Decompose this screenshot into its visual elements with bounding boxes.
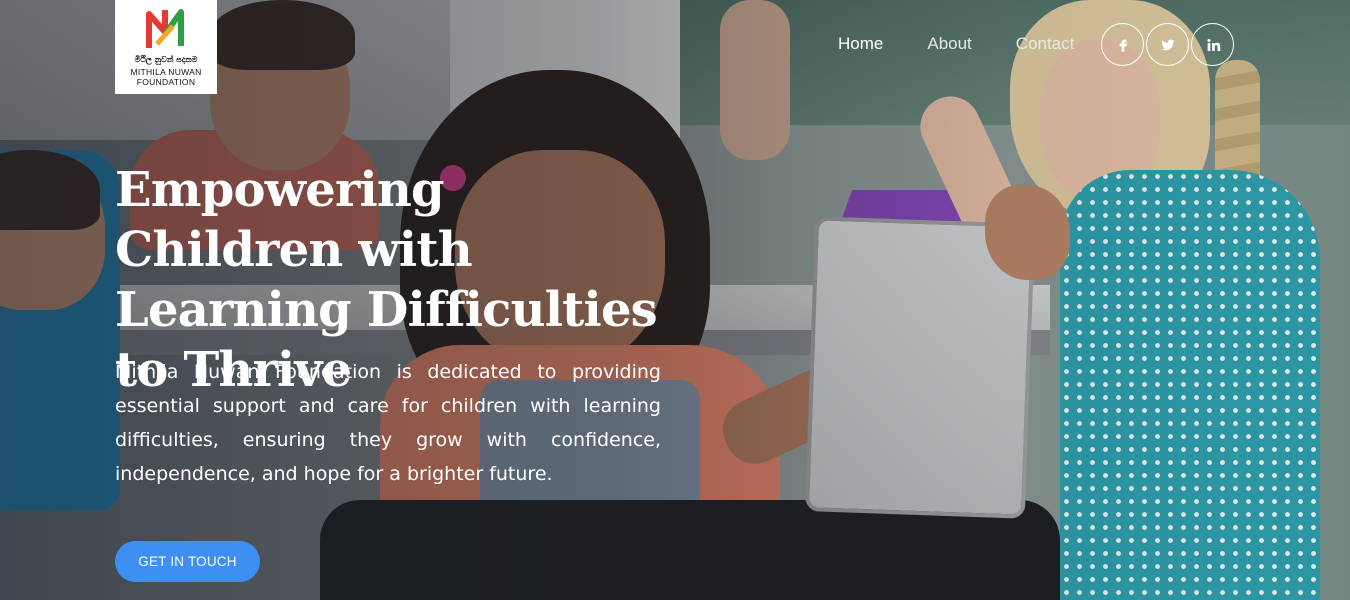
logo-sinhala-text: මිථිල නුවන් පදනම [134, 55, 198, 64]
logo-name-line1: MITHILA NUWAN [130, 67, 202, 77]
twitter-icon [1160, 39, 1175, 50]
foundation-logo[interactable]: මිථිල නුවන් පදනම MITHILA NUWAN FOUNDATIO… [115, 0, 217, 94]
facebook-button[interactable] [1101, 23, 1144, 66]
nav-home-link[interactable]: Home [838, 24, 883, 64]
main-nav: Home About Contact [838, 24, 1118, 64]
nav-contact-link[interactable]: Contact [1016, 24, 1075, 64]
social-links [1101, 23, 1236, 66]
logo-name-line2: FOUNDATION [136, 77, 196, 87]
hero-description: Mithila Nuwan Foundation is dedicated to… [115, 361, 661, 485]
linkedin-button[interactable] [1191, 23, 1234, 66]
nav-about-link[interactable]: About [927, 24, 971, 64]
get-in-touch-button[interactable]: GET IN TOUCH [115, 541, 260, 582]
twitter-button[interactable] [1146, 23, 1189, 66]
facebook-icon [1119, 39, 1127, 52]
linkedin-icon [1206, 38, 1220, 51]
logo-mark-icon [146, 9, 184, 48]
